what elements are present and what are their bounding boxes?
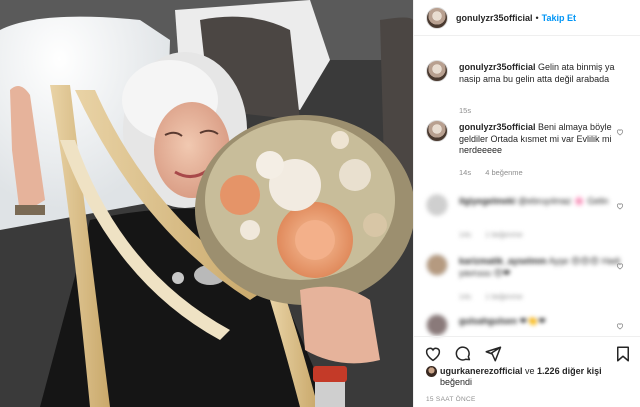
comment-avatar[interactable]: [426, 120, 448, 142]
comment-username[interactable]: karizmatik_ayselmm: [459, 256, 547, 266]
comment-username[interactable]: gonulyzr35official: [459, 122, 536, 132]
comment-heart-icon[interactable]: [616, 202, 624, 210]
comment-age: 14s: [459, 292, 472, 301]
comment-username[interactable]: gulsahgulsen: [459, 316, 517, 326]
comment-heart-icon[interactable]: [616, 322, 624, 330]
likes-conjunction: ve: [522, 366, 538, 376]
author-username[interactable]: gonulyzr35official: [456, 13, 533, 23]
caption-meta: 15s: [459, 106, 483, 115]
comment-avatar[interactable]: [426, 194, 448, 216]
likes-summary: ugurkanerezofficial ve 1.226 diğer kişi …: [426, 366, 636, 388]
paper-plane-icon[interactable]: [484, 345, 502, 363]
likes-count[interactable]: 1.226 diğer kişi: [537, 366, 602, 376]
post-header: gonulyzr35official • Takip Et: [414, 0, 640, 36]
comment-meta: 14s 1 beğenme: [459, 292, 535, 301]
comment-meta: 14s 4 beğenme: [459, 168, 535, 177]
post-sidebar: gonulyzr35official • Takip Et gonulyzr35…: [413, 0, 640, 407]
comment-text: @ebruyılmaz 🌸 Gelin: [518, 196, 609, 206]
comment-heart-icon[interactable]: [616, 262, 624, 270]
comment-age: 14s: [459, 168, 472, 177]
caption-age: 15s: [459, 106, 472, 115]
comment-avatar[interactable]: [426, 254, 448, 276]
follow-button[interactable]: Takip Et: [542, 13, 576, 23]
comment-body: gonulyzr35official Beni almaya böyle gel…: [459, 122, 629, 157]
comment-username[interactable]: ilgiyegelmeki: [459, 196, 516, 206]
post-timestamp[interactable]: 15 SAAT ÖNCE: [426, 396, 476, 403]
comment-body: karizmatik_ayselmm Ayşe 😍😍😍 Hadi yavruuu…: [459, 256, 629, 279]
comment-likes[interactable]: 4 beğenme: [485, 168, 523, 177]
header-separator: •: [535, 12, 539, 23]
comment-bubble-icon[interactable]: [454, 345, 472, 363]
comment-body: gulsahgulsen ❤👏❤: [459, 316, 629, 328]
action-bar: [414, 336, 640, 370]
caption: gonulyzr35official Gelin ata binmiş ya n…: [426, 60, 632, 115]
caption-avatar[interactable]: [426, 60, 448, 82]
comment-heart-icon[interactable]: [616, 128, 624, 136]
comment-avatar[interactable]: [426, 314, 448, 336]
likes-text: ugurkanerezofficial ve 1.226 diğer kişi …: [426, 366, 636, 388]
author-avatar[interactable]: [426, 6, 448, 29]
post-photo[interactable]: [0, 0, 413, 407]
comment-text: ❤👏❤: [519, 316, 546, 326]
comment-item: gulsahgulsen ❤👏❤: [426, 314, 632, 336]
comment-item: gonulyzr35official Beni almaya böyle gel…: [426, 120, 632, 180]
liker-username[interactable]: ugurkanerezofficial: [440, 366, 523, 376]
comment-likes[interactable]: 1 beğenme: [485, 292, 523, 301]
comment-item: ilgiyegelmeki @ebruyılmaz 🌸 Gelin 14s 1 …: [426, 194, 632, 244]
comment-likes[interactable]: 1 beğenme: [485, 230, 523, 239]
heart-outline-icon[interactable]: [424, 345, 442, 363]
caption-username[interactable]: gonulyzr35official: [459, 62, 536, 72]
comment-body: ilgiyegelmeki @ebruyılmaz 🌸 Gelin: [459, 196, 629, 208]
comment-meta: 14s 1 beğenme: [459, 230, 535, 239]
comment-age: 14s: [459, 230, 472, 239]
instagram-post: gonulyzr35official • Takip Et gonulyzr35…: [0, 0, 640, 407]
bookmark-icon[interactable]: [614, 345, 632, 363]
liker-avatar[interactable]: [426, 366, 437, 377]
bride-photo-illustration: [0, 0, 413, 407]
likes-suffix: beğendi: [440, 377, 473, 387]
caption-body: gonulyzr35official Gelin ata binmiş ya n…: [459, 62, 629, 85]
comment-item: karizmatik_ayselmm Ayşe 😍😍😍 Hadi yavruuu…: [426, 254, 632, 304]
